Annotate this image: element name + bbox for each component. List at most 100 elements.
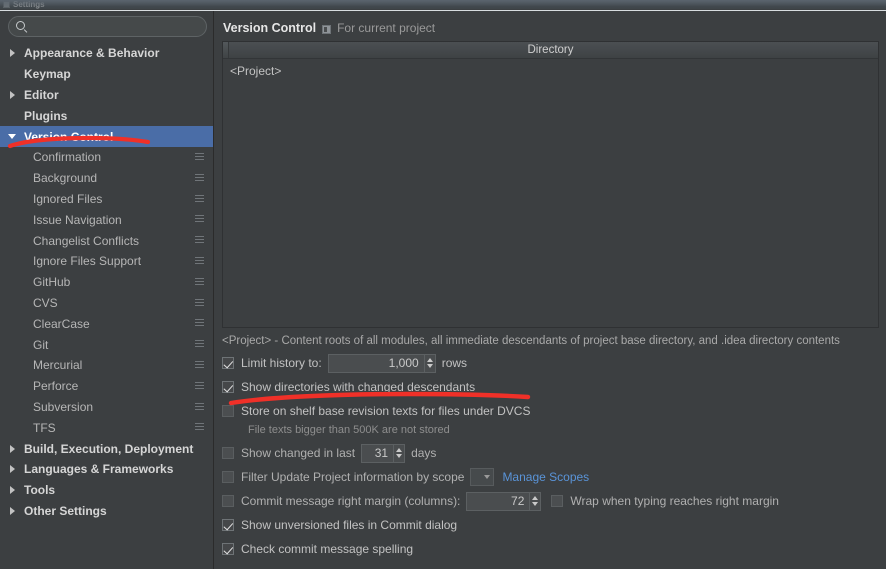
spinner-up-icon[interactable] — [396, 448, 403, 452]
sidebar-item-label: Plugins — [24, 108, 68, 123]
table-row[interactable]: <Project> — [230, 63, 878, 79]
option-commit-margin[interactable]: Commit message right margin (columns): 7… — [222, 489, 886, 513]
sidebar-item-tools[interactable]: Tools — [0, 480, 213, 501]
option-show-unversioned[interactable]: Show unversioned files in Commit dialog — [222, 513, 886, 537]
sidebar-item-label: Languages & Frameworks — [24, 462, 174, 477]
commit-margin-spinner[interactable]: 72 — [466, 491, 542, 511]
settings-content: Version Control For current project Dire… — [215, 11, 886, 569]
settings-tree: Appearance & Behavior Keymap Editor Plugins… — [0, 43, 213, 521]
sidebar-item-mercurial[interactable]: Mercurial — [0, 355, 213, 376]
directory-table[interactable]: Directory <Project> — [222, 41, 879, 328]
sidebar-item-subversion[interactable]: Subversion — [0, 397, 213, 418]
sidebar-item-label: TFS — [33, 420, 56, 435]
filter-scope-checkbox[interactable] — [222, 471, 234, 483]
limit-history-checkbox[interactable] — [222, 357, 234, 369]
sidebar-item-confirmation[interactable]: Confirmation — [0, 147, 213, 168]
app-icon — [3, 1, 10, 8]
option-filter-scope[interactable]: Filter Update Project information by sco… — [222, 465, 886, 489]
settings-list-icon — [195, 423, 204, 433]
search-input[interactable] — [9, 17, 206, 36]
sidebar-item-changelist-conflicts[interactable]: Changelist Conflicts — [0, 230, 213, 251]
store-shelf-checkbox[interactable] — [222, 405, 234, 417]
spinner-up-icon[interactable] — [426, 358, 433, 362]
commit-margin-checkbox[interactable] — [222, 495, 234, 507]
sidebar-item-label: Confirmation — [33, 150, 102, 165]
sidebar-item-label: Perforce — [33, 379, 79, 394]
chevron-right-icon[interactable] — [8, 48, 19, 59]
limit-history-value[interactable]: 1,000 — [329, 355, 424, 372]
chevron-right-icon[interactable] — [8, 89, 19, 100]
sidebar-item-git[interactable]: Git — [0, 334, 213, 355]
sidebar-item-label: Other Settings — [24, 503, 107, 518]
spinner-down-icon[interactable] — [532, 502, 539, 506]
option-check-spelling[interactable]: Check commit message spelling — [222, 537, 886, 561]
show-changed-spinner[interactable]: 31 — [361, 443, 406, 463]
option-store-shelf[interactable]: Store on shelf base revision texts for f… — [222, 399, 886, 423]
sidebar-item-label: Changelist Conflicts — [33, 233, 140, 248]
search-box[interactable] — [8, 16, 207, 37]
settings-list-icon — [195, 194, 204, 204]
option-show-directories[interactable]: Show directories with changed descendant… — [222, 375, 886, 399]
show-changed-spinner-buttons[interactable] — [393, 444, 405, 462]
sidebar-item-keymap[interactable]: Keymap — [0, 64, 213, 85]
wrap-typing-checkbox[interactable] — [551, 495, 564, 507]
chevron-right-icon[interactable] — [8, 443, 19, 454]
search-container — [0, 11, 213, 41]
sidebar-item-label: CVS — [33, 295, 58, 310]
sidebar-item-github[interactable]: GitHub — [0, 272, 213, 293]
option-show-changed[interactable]: Show changed in last 31 days — [222, 441, 886, 465]
show-changed-value[interactable]: 31 — [362, 445, 393, 462]
scope-dropdown[interactable] — [470, 468, 495, 486]
sidebar-item-label: Editor — [24, 87, 59, 102]
spinner-down-icon[interactable] — [396, 454, 403, 458]
commit-margin-value[interactable]: 72 — [467, 493, 529, 510]
chevron-right-icon[interactable] — [8, 505, 19, 516]
settings-sidebar: Appearance & Behavior Keymap Editor Plugins… — [0, 11, 214, 569]
sidebar-item-background[interactable]: Background — [0, 168, 213, 189]
window-titlebar: Settings — [0, 0, 886, 9]
chevron-down-icon[interactable] — [8, 131, 19, 142]
sidebar-item-ignore-files-support[interactable]: Ignore Files Support — [0, 251, 213, 272]
check-spelling-checkbox[interactable] — [222, 543, 234, 555]
settings-list-icon — [195, 152, 204, 162]
sidebar-item-appearance-behavior[interactable]: Appearance & Behavior — [0, 43, 213, 64]
chevron-right-icon[interactable] — [8, 485, 19, 496]
option-limit-history[interactable]: Limit history to: 1,000 rows — [222, 351, 886, 375]
directory-table-header[interactable]: Directory — [223, 42, 878, 59]
show-directories-checkbox[interactable] — [222, 381, 234, 393]
directory-table-body: <Project> — [223, 59, 878, 79]
sidebar-item-issue-navigation[interactable]: Issue Navigation — [0, 209, 213, 230]
sidebar-item-clearcase[interactable]: ClearCase — [0, 313, 213, 334]
manage-scopes-link[interactable]: Manage Scopes — [502, 470, 589, 484]
sidebar-item-cvs[interactable]: CVS — [0, 293, 213, 314]
page-title: Version Control — [223, 21, 317, 35]
show-unversioned-checkbox[interactable] — [222, 519, 234, 531]
sidebar-item-perforce[interactable]: Perforce — [0, 376, 213, 397]
chevron-right-icon[interactable] — [8, 464, 19, 475]
show-changed-checkbox[interactable] — [222, 447, 234, 459]
column-header-directory: Directory — [527, 44, 574, 56]
sidebar-item-label: Subversion — [33, 399, 94, 414]
sidebar-item-editor[interactable]: Editor — [0, 85, 213, 106]
sidebar-item-tfs[interactable]: TFS — [0, 417, 213, 438]
settings-list-icon — [195, 215, 204, 225]
spinner-up-icon[interactable] — [532, 496, 539, 500]
sidebar-item-languages-frameworks[interactable]: Languages & Frameworks — [0, 459, 213, 480]
directory-hint-text: <Project> - Content roots of all modules… — [222, 335, 840, 347]
sidebar-item-ignored-files[interactable]: Ignored Files — [0, 189, 213, 210]
sidebar-item-plugins[interactable]: Plugins — [0, 105, 213, 126]
settings-list-icon — [195, 173, 204, 183]
project-scope-icon — [322, 24, 332, 34]
limit-history-spinner-buttons[interactable] — [423, 354, 435, 372]
page-header: Version Control For current project — [215, 11, 886, 37]
limit-history-spinner[interactable]: 1,000 — [327, 353, 436, 373]
project-scope-label: For current project — [337, 21, 436, 35]
sidebar-item-label: Issue Navigation — [33, 212, 122, 227]
spinner-down-icon[interactable] — [426, 364, 433, 368]
commit-margin-spinner-buttons[interactable] — [529, 492, 541, 510]
settings-list-icon — [195, 277, 204, 287]
sidebar-item-version-control[interactable]: Version Control — [0, 126, 213, 147]
sidebar-item-other-settings[interactable]: Other Settings — [0, 501, 213, 522]
sidebar-item-build-execution-deployment[interactable]: Build, Execution, Deployment — [0, 438, 213, 459]
settings-list-icon — [195, 256, 204, 266]
